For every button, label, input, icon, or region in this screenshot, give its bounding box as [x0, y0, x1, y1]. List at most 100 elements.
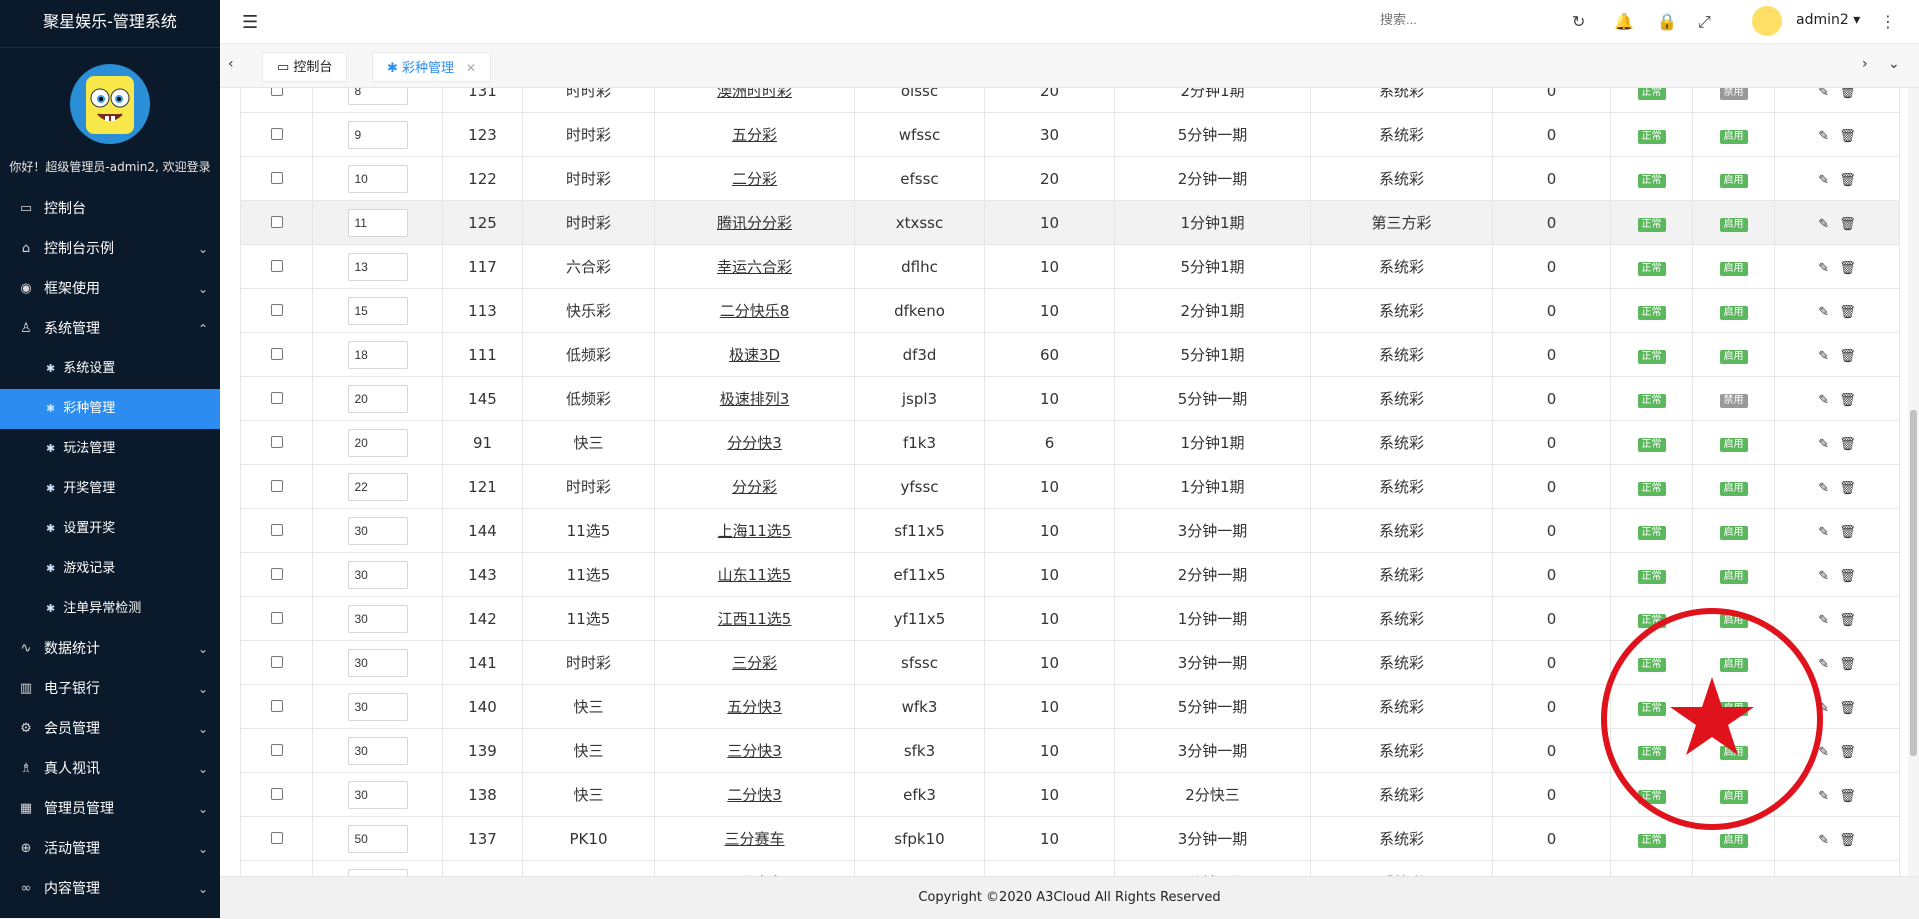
sort-input[interactable] — [347, 648, 408, 677]
lottery-name-link[interactable]: 极速排列3 — [720, 390, 790, 408]
more-vertical-icon[interactable]: ⋮ — [1880, 12, 1896, 31]
lottery-name-link[interactable]: 五分快3 — [727, 698, 782, 716]
sort-input[interactable] — [347, 88, 408, 105]
enable-badge[interactable]: 启用 — [1719, 438, 1748, 452]
sort-input[interactable] — [347, 340, 408, 369]
sidebar-item-dashboard[interactable]: ▭ 控制台 — [0, 189, 220, 229]
enable-badge[interactable]: 禁用 — [1719, 394, 1748, 408]
lottery-name-link[interactable]: 二分快3 — [727, 786, 782, 804]
tab-dashboard[interactable]: ▭ 控制台 — [262, 52, 348, 82]
row-checkbox[interactable] — [270, 655, 283, 668]
enable-badge[interactable]: 启用 — [1719, 526, 1748, 540]
sidebar-item-members[interactable]: ⚙ 会员管理 ⌄ — [0, 709, 220, 749]
sort-input[interactable] — [347, 516, 408, 545]
lottery-name-link[interactable]: 江西11选5 — [718, 610, 792, 628]
tab-lottery-types[interactable]: ✱ 彩种管理 ✕ — [372, 52, 492, 82]
menu-toggle-icon[interactable]: ☰ — [242, 12, 258, 33]
trash-icon[interactable]: 🗑 — [1839, 657, 1856, 672]
close-icon[interactable]: ✕ — [466, 61, 476, 75]
edit-icon[interactable]: ✎ — [1818, 833, 1829, 848]
trash-icon[interactable]: 🗑 — [1839, 833, 1856, 848]
bell-icon[interactable]: 🔔 — [1614, 12, 1634, 31]
edit-icon[interactable]: ✎ — [1818, 569, 1829, 584]
sort-input[interactable] — [347, 252, 408, 281]
status-badge[interactable]: 正常 — [1637, 88, 1666, 100]
trash-icon[interactable]: 🗑 — [1839, 613, 1856, 628]
edit-icon[interactable]: ✎ — [1818, 129, 1829, 144]
enable-badge[interactable]: 启用 — [1719, 702, 1748, 716]
row-checkbox[interactable] — [270, 567, 283, 580]
lottery-name-link[interactable]: 腾讯分分彩 — [717, 214, 792, 232]
trash-icon[interactable]: 🗑 — [1839, 481, 1856, 496]
enable-badge[interactable]: 启用 — [1719, 790, 1748, 804]
sort-input[interactable] — [347, 208, 408, 237]
row-checkbox[interactable] — [270, 787, 283, 800]
row-checkbox[interactable] — [270, 523, 283, 536]
trash-icon[interactable]: 🗑 — [1839, 349, 1856, 364]
edit-icon[interactable]: ✎ — [1818, 481, 1829, 496]
trash-icon[interactable]: 🗑 — [1839, 88, 1856, 100]
sidebar-item-statistics[interactable]: ∿ 数据统计 ⌄ — [0, 629, 220, 669]
tab-scroll-right-icon[interactable]: › — [1862, 56, 1868, 72]
status-badge[interactable]: 正常 — [1637, 526, 1666, 540]
lottery-name-link[interactable]: 山东11选5 — [718, 566, 792, 584]
sort-input[interactable] — [347, 164, 408, 193]
status-badge[interactable]: 正常 — [1637, 482, 1666, 496]
enable-badge[interactable]: 启用 — [1719, 130, 1748, 144]
status-badge[interactable]: 正常 — [1637, 570, 1666, 584]
chevron-down-icon[interactable]: ⌄ — [1888, 56, 1900, 72]
lottery-name-link[interactable]: 幸运六合彩 — [717, 258, 792, 276]
edit-icon[interactable]: ✎ — [1818, 349, 1829, 364]
lottery-name-link[interactable]: 五分彩 — [732, 126, 777, 144]
enable-badge[interactable]: 启用 — [1719, 746, 1748, 760]
trash-icon[interactable]: 🗑 — [1839, 305, 1856, 320]
sidebar-subitem-game-records[interactable]: ✱ 游戏记录 — [0, 549, 220, 589]
enable-badge[interactable]: 启用 — [1719, 262, 1748, 276]
sidebar-item-system[interactable]: ♙ 系统管理 ⌃ — [0, 309, 220, 349]
enable-badge[interactable]: 禁用 — [1719, 88, 1748, 100]
sort-input[interactable] — [347, 472, 408, 501]
edit-icon[interactable]: ✎ — [1818, 173, 1829, 188]
row-checkbox[interactable] — [270, 391, 283, 404]
status-badge[interactable]: 正常 — [1637, 394, 1666, 408]
user-menu[interactable]: admin2 ▾ — [1796, 12, 1860, 28]
sidebar-subitem-lottery-types[interactable]: ✱ 彩种管理 — [0, 389, 220, 429]
sort-input[interactable] — [347, 120, 408, 149]
status-badge[interactable]: 正常 — [1637, 262, 1666, 276]
sidebar-subitem-system-settings[interactable]: ✱ 系统设置 — [0, 349, 220, 389]
lottery-name-link[interactable]: 上海11选5 — [718, 522, 792, 540]
lottery-name-link[interactable]: 二分快乐8 — [720, 302, 790, 320]
status-badge[interactable]: 正常 — [1637, 834, 1666, 848]
sort-input[interactable] — [347, 736, 408, 765]
trash-icon[interactable]: 🗑 — [1839, 393, 1856, 408]
row-checkbox[interactable] — [270, 831, 283, 844]
search-input[interactable] — [1380, 12, 1560, 27]
status-badge[interactable]: 正常 — [1637, 218, 1666, 232]
lottery-name-link[interactable]: 二分彩 — [732, 170, 777, 188]
sort-input[interactable] — [347, 428, 408, 457]
row-checkbox[interactable] — [270, 479, 283, 492]
trash-icon[interactable]: 🗑 — [1839, 437, 1856, 452]
sidebar-item-activities[interactable]: ⊕ 活动管理 ⌄ — [0, 829, 220, 869]
refresh-icon[interactable]: ↻ — [1572, 12, 1585, 31]
edit-icon[interactable]: ✎ — [1818, 261, 1829, 276]
sort-input[interactable] — [347, 296, 408, 325]
sort-input[interactable] — [347, 780, 408, 809]
sort-input[interactable] — [347, 560, 408, 589]
status-badge[interactable]: 正常 — [1637, 614, 1666, 628]
fullscreen-icon[interactable]: ⤢ — [1698, 12, 1711, 32]
lottery-name-link[interactable]: 分分彩 — [732, 478, 777, 496]
trash-icon[interactable]: 🗑 — [1839, 569, 1856, 584]
enable-badge[interactable]: 启用 — [1719, 658, 1748, 672]
enable-badge[interactable]: 启用 — [1719, 614, 1748, 628]
status-badge[interactable]: 正常 — [1637, 790, 1666, 804]
status-badge[interactable]: 正常 — [1637, 746, 1666, 760]
enable-badge[interactable]: 启用 — [1719, 570, 1748, 584]
row-checkbox[interactable] — [270, 303, 283, 316]
edit-icon[interactable]: ✎ — [1818, 88, 1829, 100]
row-checkbox[interactable] — [270, 347, 283, 360]
status-badge[interactable]: 正常 — [1637, 658, 1666, 672]
edit-icon[interactable]: ✎ — [1818, 217, 1829, 232]
edit-icon[interactable]: ✎ — [1818, 525, 1829, 540]
row-checkbox[interactable] — [270, 88, 283, 96]
